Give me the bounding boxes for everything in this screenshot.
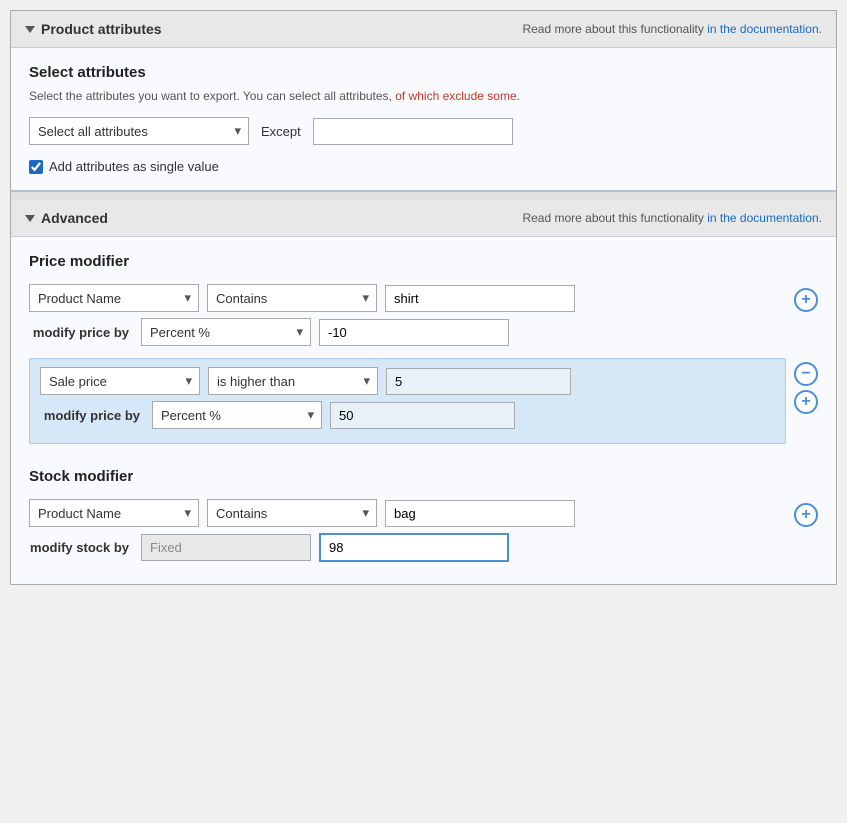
pm1-modifier-dropdown[interactable]: Percent % Fixed xyxy=(141,318,311,346)
pm1-modifier-wrapper: Percent % Fixed xyxy=(141,318,311,346)
pm1-condition-dropdown[interactable]: Contains Is equal to Is not equal to is … xyxy=(207,284,377,312)
pm2-field-dropdown[interactable]: Product Name Sale price Regular price SK… xyxy=(40,367,200,395)
pm2-condition-wrapper: Contains Is equal to Is not equal to is … xyxy=(208,367,378,395)
price-modifier-row-1-condition: Product Name Sale price Regular price SK… xyxy=(29,284,786,312)
pm1-condition-wrapper: Contains Is equal to Is not equal to is … xyxy=(207,284,377,312)
sm1-modify-label: modify stock by xyxy=(29,540,129,555)
sm1-field-wrapper: Product Name Sale price Regular price SK… xyxy=(29,499,199,527)
price-modifier-row-1: Product Name Sale price Regular price SK… xyxy=(29,284,818,352)
stock-modifier-section: Stock modifier Product Name Sale price R… xyxy=(29,468,818,568)
price-modifier-row-2-highlighted: Product Name Sale price Regular price SK… xyxy=(29,358,786,444)
pm2-modify-label: modify price by xyxy=(40,408,140,423)
pm2-field-wrapper: Product Name Sale price Regular price SK… xyxy=(40,367,200,395)
sm1-value-input[interactable] xyxy=(385,500,575,527)
pm2-value-input[interactable] xyxy=(386,368,571,395)
product-attributes-header-left: Product attributes xyxy=(25,21,162,37)
product-attributes-title: Product attributes xyxy=(41,21,162,37)
stock-modifier-row-1-condition: Product Name Sale price Regular price SK… xyxy=(29,499,786,527)
pm1-field-wrapper: Product Name Sale price Regular price SK… xyxy=(29,284,199,312)
stock-modifier-row-1-content: Product Name Sale price Regular price SK… xyxy=(29,499,786,568)
advanced-title: Advanced xyxy=(41,210,108,226)
attributes-select-row: Select all attributes Select specific at… xyxy=(29,117,818,145)
sm1-condition-wrapper: Contains Is equal to Is not equal to is … xyxy=(207,499,377,527)
advanced-doc: Read more about this functionality in th… xyxy=(522,211,822,225)
pm1-add-button[interactable]: + xyxy=(794,288,818,312)
select-attributes-title: Select attributes xyxy=(29,64,818,81)
pm1-modify-label: modify price by xyxy=(29,325,129,340)
page-container: Product attributes Read more about this … xyxy=(10,10,837,585)
select-all-attributes-dropdown[interactable]: Select all attributes Select specific at… xyxy=(29,117,249,145)
price-modifier-row-2-condition: Product Name Sale price Regular price SK… xyxy=(40,367,775,395)
stock-modifier-title: Stock modifier xyxy=(29,468,818,485)
sm1-field-dropdown[interactable]: Product Name Sale price Regular price SK… xyxy=(29,499,199,527)
stock-modifier-row-1: Product Name Sale price Regular price SK… xyxy=(29,499,818,568)
section-gap xyxy=(11,192,836,200)
product-attributes-header: Product attributes Read more about this … xyxy=(11,11,836,48)
pm1-modifier-value-input[interactable] xyxy=(319,319,509,346)
price-modifier-row-1-content: Product Name Sale price Regular price SK… xyxy=(29,284,786,352)
except-input[interactable] xyxy=(313,118,513,145)
pm1-field-dropdown[interactable]: Product Name Sale price Regular price SK… xyxy=(29,284,199,312)
product-attributes-content: Select attributes Select the attributes … xyxy=(11,48,836,192)
advanced-content: Price modifier Product Name Sale price R… xyxy=(11,237,836,584)
add-attributes-label: Add attributes as single value xyxy=(49,159,219,174)
select-all-attributes-wrapper: Select all attributes Select specific at… xyxy=(29,117,249,145)
exclude-some-link[interactable]: of which exclude some xyxy=(395,89,516,103)
sm1-modifier-value-input[interactable] xyxy=(319,533,509,562)
pm2-modifier-dropdown[interactable]: Percent % Fixed xyxy=(152,401,322,429)
select-attributes-desc: Select the attributes you want to export… xyxy=(29,89,818,103)
product-attributes-doc-link[interactable]: in the documentation xyxy=(707,22,818,36)
pm2-modifier-value-input[interactable] xyxy=(330,402,515,429)
product-attributes-doc: Read more about this functionality in th… xyxy=(522,22,822,36)
sm1-modifier-dropdown[interactable] xyxy=(141,534,311,561)
advanced-header-left: Advanced xyxy=(25,210,108,226)
sm1-btn-area: + xyxy=(794,499,818,527)
except-label: Except xyxy=(261,124,301,139)
pm2-condition-dropdown[interactable]: Contains Is equal to Is not equal to is … xyxy=(208,367,378,395)
pm1-value-input[interactable] xyxy=(385,285,575,312)
collapse-icon[interactable] xyxy=(25,26,35,33)
sm1-add-button[interactable]: + xyxy=(794,503,818,527)
pm1-btn-area: + xyxy=(794,284,818,312)
pm2-btn-area: − + xyxy=(794,358,818,414)
stock-modifier-row-1-modify: modify stock by xyxy=(29,533,786,562)
pm2-remove-button[interactable]: − xyxy=(794,362,818,386)
pm2-add-button[interactable]: + xyxy=(794,390,818,414)
sm1-condition-dropdown[interactable]: Contains Is equal to Is not equal to is … xyxy=(207,499,377,527)
price-modifier-row-2: Product Name Sale price Regular price SK… xyxy=(29,358,818,452)
advanced-header: Advanced Read more about this functional… xyxy=(11,200,836,237)
advanced-doc-link[interactable]: in the documentation xyxy=(707,211,818,225)
add-attributes-single-row: Add attributes as single value xyxy=(29,159,818,174)
price-modifier-row-2-modify: modify price by Percent % Fixed xyxy=(40,401,775,429)
pm2-modifier-wrapper: Percent % Fixed xyxy=(152,401,322,429)
advanced-collapse-icon[interactable] xyxy=(25,215,35,222)
price-modifier-title: Price modifier xyxy=(29,253,818,270)
add-attributes-checkbox[interactable] xyxy=(29,160,43,174)
price-modifier-row-1-modify: modify price by Percent % Fixed xyxy=(29,318,786,346)
